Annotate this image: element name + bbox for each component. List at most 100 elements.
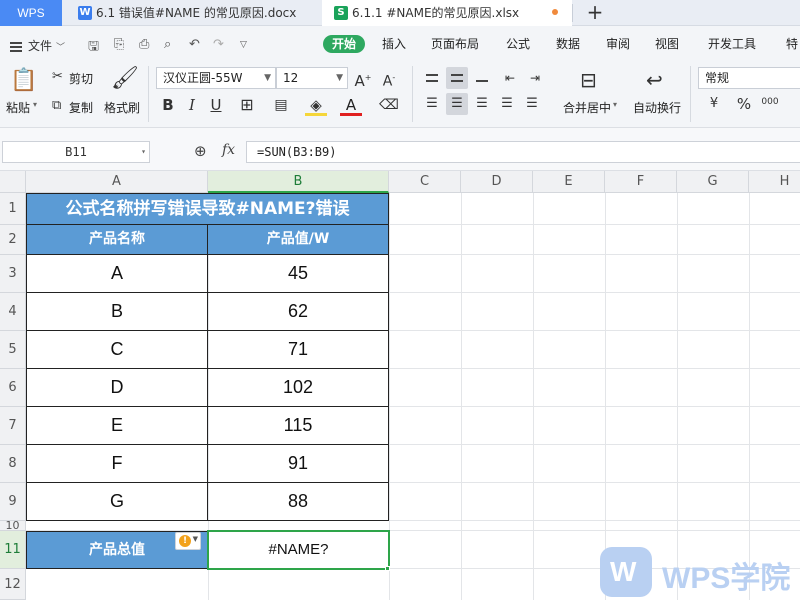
number-format-select[interactable]: 常规 [698, 67, 800, 89]
tab-xlsx[interactable]: S 6.1.1 #NAME的常见原因.xlsx [322, 0, 572, 26]
header-cell-product-name[interactable]: 产品名称 [26, 225, 208, 255]
cell-style-icon[interactable]: ▤ [270, 94, 292, 116]
align-top-icon[interactable] [421, 67, 443, 89]
cut-label: 剪切 [69, 72, 94, 86]
font-size-select[interactable]: 12 ▼ [276, 67, 348, 89]
percent-button[interactable]: % [733, 93, 755, 115]
redo-icon[interactable]: ↷ [213, 37, 224, 52]
name-box[interactable]: B11 ▾ [2, 141, 150, 163]
clear-format-icon[interactable]: ⌫ [378, 94, 400, 116]
tab-docx[interactable]: W 6.1 错误值#NAME 的常见原因.docx [66, 0, 322, 26]
wrap-text-icon: ↩ [646, 68, 663, 92]
bold-icon[interactable]: B [157, 94, 179, 116]
chevron-down-icon: ▾ [141, 147, 146, 156]
row-header[interactable]: 8 [0, 445, 26, 483]
increase-indent-icon[interactable]: ⇥ [524, 67, 546, 89]
select-all-corner[interactable] [0, 171, 26, 193]
wrap-text-label: 自动换行 [633, 101, 682, 115]
fill-handle[interactable] [385, 566, 390, 571]
table-cell[interactable]: 88 [208, 483, 389, 521]
font-color-icon[interactable]: A [340, 94, 362, 116]
table-cell[interactable]: 62 [208, 293, 389, 331]
tab-review[interactable]: 审阅 [606, 35, 630, 53]
row-header[interactable]: 11 [0, 531, 26, 569]
print-preview-icon[interactable]: ⌕ [164, 37, 171, 52]
table-cell[interactable]: 91 [208, 445, 389, 483]
tab-special[interactable]: 特 [786, 35, 798, 53]
column-header-g[interactable]: G [677, 171, 749, 193]
table-cell[interactable]: 71 [208, 331, 389, 369]
table-cell[interactable]: D [26, 369, 208, 407]
increase-font-icon[interactable]: A+ [352, 67, 374, 90]
table-cell[interactable]: G [26, 483, 208, 521]
zoom-function-icon[interactable]: ⊕ [194, 142, 207, 160]
formula-input[interactable]: =SUN(B3:B9) [246, 141, 800, 163]
header-cell-product-value[interactable]: 产品值/W [208, 225, 389, 255]
align-left-icon[interactable]: ☰ [421, 93, 443, 115]
currency-icon[interactable]: ¥ [703, 93, 725, 115]
tab-developer[interactable]: 开发工具 [708, 35, 756, 53]
thousands-button[interactable]: 000 [759, 91, 781, 113]
total-value-cell[interactable]: #NAME? [207, 530, 390, 570]
export-icon[interactable]: ⎘ [114, 37, 124, 52]
align-center-icon[interactable]: ☰ [446, 93, 468, 115]
align-middle-icon[interactable] [446, 67, 468, 89]
sheet-title-cell[interactable]: 公式名称拼写错误导致#NAME?错误 [26, 193, 389, 225]
align-bottom-icon[interactable] [471, 67, 493, 89]
row-header[interactable]: 5 [0, 331, 26, 369]
font-name-select[interactable]: 汉仪正圆-55W ▼ [156, 67, 276, 89]
row-header[interactable]: 10 [0, 520, 26, 531]
column-header-d[interactable]: D [461, 171, 533, 193]
tab-view[interactable]: 视图 [655, 35, 679, 53]
table-cell[interactable]: B [26, 293, 208, 331]
row-header[interactable]: 1 [0, 193, 26, 225]
column-header-f[interactable]: F [605, 171, 677, 193]
table-cell[interactable]: 115 [208, 407, 389, 445]
column-header-a[interactable]: A [26, 171, 208, 193]
tab-formulas[interactable]: 公式 [506, 35, 530, 53]
italic-icon[interactable]: I [181, 94, 203, 116]
row-header[interactable]: 12 [0, 569, 26, 600]
fill-color-icon[interactable]: ◈ [305, 94, 327, 116]
column-header-c[interactable]: C [389, 171, 461, 193]
decrease-indent-icon[interactable]: ⇤ [499, 67, 521, 89]
borders-icon[interactable]: ⊞ [236, 94, 258, 116]
tab-data[interactable]: 数据 [556, 35, 580, 53]
row-header[interactable]: 2 [0, 225, 26, 255]
decrease-font-icon[interactable]: A- [378, 67, 400, 90]
distributed-align-icon[interactable]: ☰ [521, 93, 543, 115]
tab-page-layout[interactable]: 页面布局 [431, 35, 479, 53]
print-icon[interactable]: ⎙ [139, 37, 149, 52]
tab-insert[interactable]: 插入 [382, 35, 406, 53]
error-check-button[interactable]: ! ▼ [175, 532, 201, 550]
save-icon[interactable]: 🖫 [88, 37, 99, 59]
table-cell[interactable]: 45 [208, 255, 389, 293]
new-tab-button[interactable]: + [585, 2, 605, 22]
row-header[interactable]: 6 [0, 369, 26, 407]
table-cell[interactable]: 102 [208, 369, 389, 407]
justify-icon[interactable]: ☰ [496, 93, 518, 115]
column-header-h[interactable]: H [749, 171, 800, 193]
underline-icon[interactable]: U [205, 94, 227, 116]
row-header[interactable]: 9 [0, 483, 26, 521]
row-header[interactable]: 4 [0, 293, 26, 331]
table-cell[interactable]: F [26, 445, 208, 483]
wps-home-tab[interactable]: WPS [0, 0, 62, 26]
insert-function-button[interactable]: fx [222, 142, 235, 158]
undo-icon[interactable]: ↶ [189, 37, 200, 52]
merge-dropdown-icon: ▾ [613, 100, 618, 109]
row-header[interactable]: 3 [0, 255, 26, 293]
file-menu[interactable]: 文件 ﹀ [10, 37, 65, 54]
column-header-e[interactable]: E [533, 171, 605, 193]
table-cell[interactable]: A [26, 255, 208, 293]
worksheet-grid: A B C D E F G H 1 2 3 4 5 6 7 8 9 10 11 … [0, 171, 800, 600]
table-cell[interactable]: E [26, 407, 208, 445]
align-right-icon[interactable]: ☰ [471, 93, 493, 115]
tab-home[interactable]: 开始 [323, 35, 366, 53]
quick-access-more-icon[interactable]: ▽ [240, 40, 247, 50]
chevron-down-icon: ▼ [192, 535, 198, 543]
row-header[interactable]: 7 [0, 407, 26, 445]
column-header-b[interactable]: B [208, 171, 389, 193]
format-painter-label: 格式刷 [104, 101, 141, 115]
table-cell[interactable]: C [26, 331, 208, 369]
